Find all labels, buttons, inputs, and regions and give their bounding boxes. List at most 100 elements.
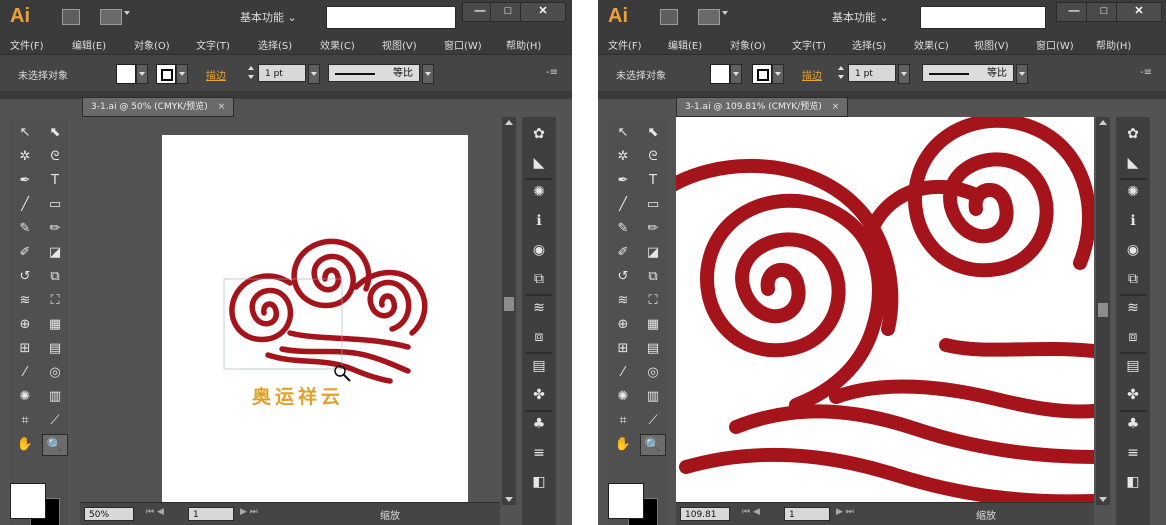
swatches-icon[interactable]: ◣ [1123, 154, 1143, 172]
variable-width-profile[interactable]: 等比 [328, 64, 420, 82]
first-artboard-icon[interactable]: ⏮ ◀ [146, 507, 164, 517]
perspective-grid-icon[interactable]: ▦ [42, 314, 68, 336]
line-tool-icon[interactable]: ╱ [610, 194, 636, 216]
transform-icon[interactable]: ✤ [529, 386, 549, 404]
fill-swatch[interactable] [710, 64, 730, 84]
canvas-area[interactable]: 奥运祥云 [80, 117, 500, 505]
stroke-weight-field[interactable]: 1 pt [848, 64, 896, 82]
menu-select[interactable]: 选择(S) [852, 37, 886, 52]
document-tab[interactable]: 3-1.ai @ 109.81% (CMYK/预览) × [676, 97, 849, 117]
rectangle-tool-icon[interactable]: ▭ [42, 194, 68, 216]
menu-effect[interactable]: 效果(C) [914, 37, 949, 52]
close-button[interactable]: ✕ [520, 2, 566, 22]
pathfinder-icon[interactable]: ♣ [529, 415, 549, 433]
appearance-icon[interactable]: ◉ [1123, 241, 1143, 259]
stroke-weight-stepper[interactable] [838, 64, 846, 82]
free-transform-icon[interactable]: ⛶ [42, 290, 68, 312]
zoom-tool-icon[interactable]: 🔍 [42, 434, 68, 456]
menu-type[interactable]: 文字(T) [196, 37, 230, 52]
pencil-icon[interactable]: ✏ [42, 218, 68, 240]
rotate-tool-icon[interactable]: ↺ [610, 266, 636, 288]
align-icon[interactable]: ▤ [529, 357, 549, 375]
fill-dropdown[interactable] [136, 64, 148, 84]
mesh-tool-icon[interactable]: ⊞ [12, 338, 38, 360]
shape-builder-icon[interactable]: ⊕ [610, 314, 636, 336]
stroke-weight-dropdown[interactable] [898, 64, 910, 84]
fill-color-box[interactable] [608, 483, 644, 519]
menu-help[interactable]: 帮助(H) [1096, 37, 1131, 52]
transparency-icon[interactable]: ◧ [529, 473, 549, 491]
blend-tool-icon[interactable]: ◎ [42, 362, 68, 384]
profile-dropdown[interactable] [1016, 64, 1028, 84]
line-tool-icon[interactable]: ╱ [12, 194, 38, 216]
graphic-styles-icon[interactable]: ⧉ [1123, 270, 1143, 288]
stroke-weight-dropdown[interactable] [308, 64, 320, 84]
profile-dropdown[interactable] [422, 64, 434, 84]
perspective-grid-icon[interactable]: ▦ [640, 314, 666, 336]
bridge-icon[interactable] [62, 9, 80, 25]
pathfinder-icon[interactable]: ♣ [1123, 415, 1143, 433]
stroke-panel-link[interactable]: 描边 [206, 67, 226, 82]
layers-icon[interactable]: ≋ [529, 299, 549, 317]
menu-type[interactable]: 文字(T) [792, 37, 826, 52]
scroll-thumb[interactable] [504, 297, 514, 311]
zoom-level-field[interactable]: 50% [84, 507, 134, 521]
scroll-thumb[interactable] [1098, 303, 1108, 317]
info-icon[interactable]: ℹ [529, 212, 549, 230]
blob-brush-icon[interactable]: ✐ [12, 242, 38, 264]
symbols-icon[interactable]: ✺ [529, 183, 549, 201]
stroke-swatch[interactable] [752, 64, 772, 84]
column-graph-icon[interactable]: ▥ [42, 386, 68, 408]
appearance-icon[interactable]: ◉ [529, 241, 549, 259]
rectangle-tool-icon[interactable]: ▭ [640, 194, 666, 216]
stroke-weight-field[interactable]: 1 pt [258, 64, 306, 82]
slice-tool-icon[interactable]: ⟋ [640, 410, 666, 432]
hand-tool-icon[interactable]: ✋ [610, 434, 636, 456]
bridge-icon[interactable] [660, 9, 678, 25]
pen-tool-icon[interactable]: ✒ [610, 170, 636, 192]
stroke-icon[interactable]: ≡ [529, 444, 549, 462]
transparency-icon[interactable]: ◧ [1123, 473, 1143, 491]
symbols-icon[interactable]: ✺ [1123, 183, 1143, 201]
menu-window[interactable]: 窗口(W) [444, 37, 482, 52]
magic-wand-icon[interactable]: ✲ [12, 146, 38, 168]
search-input[interactable] [326, 6, 456, 29]
menu-edit[interactable]: 编辑(E) [668, 37, 702, 52]
selection-tool-icon[interactable]: ↖ [12, 122, 38, 144]
direct-selection-tool-icon[interactable]: ⬉ [640, 122, 666, 144]
menu-effect[interactable]: 效果(C) [320, 37, 355, 52]
search-input[interactable] [920, 6, 1046, 29]
lasso-icon[interactable]: ᘓ [640, 146, 666, 168]
align-icon[interactable]: ▤ [1123, 357, 1143, 375]
stroke-weight-stepper[interactable] [248, 64, 256, 82]
canvas-area[interactable] [676, 117, 1094, 505]
color-guide-icon[interactable]: ✿ [529, 125, 549, 143]
pencil-icon[interactable]: ✏ [640, 218, 666, 240]
symbol-sprayer-icon[interactable]: ✺ [610, 386, 636, 408]
gradient-tool-icon[interactable]: ▤ [42, 338, 68, 360]
paintbrush-icon[interactable]: ✎ [610, 218, 636, 240]
artboards-icon[interactable]: ⧈ [529, 328, 549, 346]
workspace-switcher[interactable]: 基本功能 ⌄ [240, 9, 297, 25]
eraser-icon[interactable]: ◪ [640, 242, 666, 264]
eraser-icon[interactable]: ◪ [42, 242, 68, 264]
artboards-icon[interactable]: ⧈ [1123, 328, 1143, 346]
eyedropper-icon[interactable]: ⁄ [12, 362, 38, 384]
panel-menu-icon[interactable]: -≡ [546, 67, 558, 78]
artboard-tool-icon[interactable]: ⌗ [610, 410, 636, 432]
graphic-styles-icon[interactable]: ⧉ [529, 270, 549, 288]
selection-tool-icon[interactable]: ↖ [610, 122, 636, 144]
variable-width-profile[interactable]: 等比 [922, 64, 1014, 82]
next-artboard-icon[interactable]: ▶ ⏭ [836, 507, 854, 517]
warp-tool-icon[interactable]: ≋ [12, 290, 38, 312]
artboard-number-field[interactable]: 1 [188, 507, 234, 521]
stroke-dropdown[interactable] [772, 64, 784, 84]
menu-select[interactable]: 选择(S) [258, 37, 292, 52]
symbol-sprayer-icon[interactable]: ✺ [12, 386, 38, 408]
fill-color-box[interactable] [10, 483, 46, 519]
fill-dropdown[interactable] [730, 64, 742, 84]
swatches-icon[interactable]: ◣ [529, 154, 549, 172]
type-tool-icon[interactable]: T [640, 170, 666, 192]
gradient-tool-icon[interactable]: ▤ [640, 338, 666, 360]
chevron-down-icon[interactable] [722, 11, 728, 15]
